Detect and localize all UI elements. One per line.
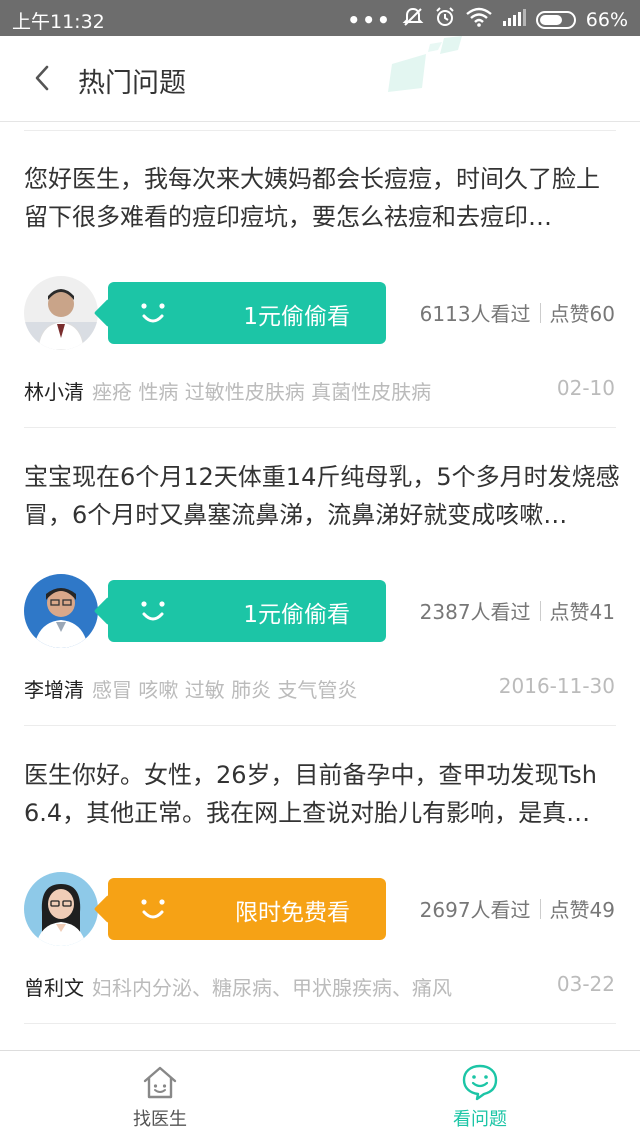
avatar[interactable]	[24, 574, 98, 648]
listen-button-label: 1元偷偷看	[243, 602, 350, 628]
tab-find-doctor[interactable]: 找医生	[0, 1051, 320, 1138]
question-stats: 6113人看过 点赞60	[420, 298, 615, 327]
home-icon	[143, 1066, 177, 1099]
signal-icon	[502, 8, 526, 31]
stats-separator	[539, 898, 541, 919]
like-count: 点赞60	[549, 302, 615, 326]
avatar[interactable]	[24, 872, 98, 946]
question-text[interactable]: 医生你好。女性，26岁，目前备孕中，查甲功发现Tsh 6.4，其他正常。我在网上…	[24, 756, 620, 832]
question-card[interactable]: 您好医生，我每次来大姨妈都会长痘痘，时间久了脸上留下很多难看的痘印痘坑，要怎么祛…	[0, 130, 640, 428]
question-date: 2016-11-30	[498, 674, 615, 698]
question-card[interactable]: 医生你好。女性，26岁，目前备孕中，查甲功发现Tsh 6.4，其他正常。我在网上…	[0, 726, 640, 1024]
doctor-tags: 感冒 咳嗽 过敏 肺炎 支气管炎	[92, 678, 358, 702]
more-dots-icon: •••	[347, 7, 392, 32]
mute-icon	[402, 6, 424, 33]
stats-separator	[539, 302, 541, 323]
status-time: 上午11:32	[12, 11, 105, 33]
doctor-name[interactable]: 曾利文	[24, 972, 84, 1001]
doctor-name[interactable]: 李增清	[24, 674, 84, 703]
question-stats: 2387人看过 点赞41	[420, 596, 615, 625]
listen-button[interactable]: 1元偷偷看	[108, 580, 386, 642]
question-card[interactable]: 宝宝现在6个月12天体重14斤纯母乳，5个多月时发烧感冒，6个月时又鼻塞流鼻涕，…	[0, 428, 640, 726]
question-feed[interactable]: 您好医生，我每次来大姨妈都会长痘痘，时间久了脸上留下很多难看的痘印痘坑，要怎么祛…	[0, 122, 640, 1050]
divider	[24, 1023, 616, 1024]
view-count: 2387人看过	[419, 600, 531, 624]
status-bar: 上午11:32 ••• 66%	[0, 0, 640, 36]
view-count: 2697人看过	[419, 898, 531, 922]
chat-bubble-icon	[462, 1064, 498, 1101]
bottom-nav: 找医生 看问题	[0, 1050, 640, 1138]
listen-button-label: 限时免费看	[235, 900, 350, 926]
app-header: 热门问题	[0, 36, 640, 122]
doctor-tags: 妇科内分泌、糖尿病、甲状腺疾病、痛风	[92, 976, 452, 1000]
tab-view-questions[interactable]: 看问题	[320, 1051, 640, 1138]
doctor-tags: 痤疮 性病 过敏性皮肤病 真菌性皮肤病	[92, 380, 432, 404]
wifi-icon	[465, 7, 492, 32]
free-view-button[interactable]: 限时免费看	[108, 878, 386, 940]
battery-icon	[535, 10, 576, 29]
tab-label: 看问题	[453, 1109, 507, 1130]
view-count: 6113人看过	[419, 302, 531, 326]
question-text[interactable]: 您好医生，我每次来大姨妈都会长痘痘，时间久了脸上留下很多难看的痘印痘坑，要怎么祛…	[24, 160, 620, 236]
status-icons: ••• 66%	[347, 6, 628, 33]
question-date: 02-10	[556, 376, 615, 400]
like-count: 点赞41	[549, 600, 615, 624]
alarm-icon	[434, 6, 456, 33]
listen-button[interactable]: 1元偷偷看	[108, 282, 386, 344]
question-date: 03-22	[556, 972, 615, 996]
battery-percent: 66%	[585, 8, 628, 31]
question-stats: 2697人看过 点赞49	[420, 894, 615, 923]
page-title: 热门问题	[78, 68, 186, 99]
avatar[interactable]	[24, 276, 98, 350]
listen-button-label: 1元偷偷看	[243, 304, 350, 330]
chevron-left-icon	[35, 65, 49, 91]
stats-separator	[539, 600, 541, 621]
header-decoration	[388, 36, 462, 92]
back-button[interactable]	[24, 60, 60, 96]
doctor-name[interactable]: 林小清	[24, 376, 84, 405]
like-count: 点赞49	[549, 898, 615, 922]
tab-label: 找医生	[133, 1109, 187, 1130]
question-text[interactable]: 宝宝现在6个月12天体重14斤纯母乳，5个多月时发烧感冒，6个月时又鼻塞流鼻涕，…	[24, 458, 620, 534]
